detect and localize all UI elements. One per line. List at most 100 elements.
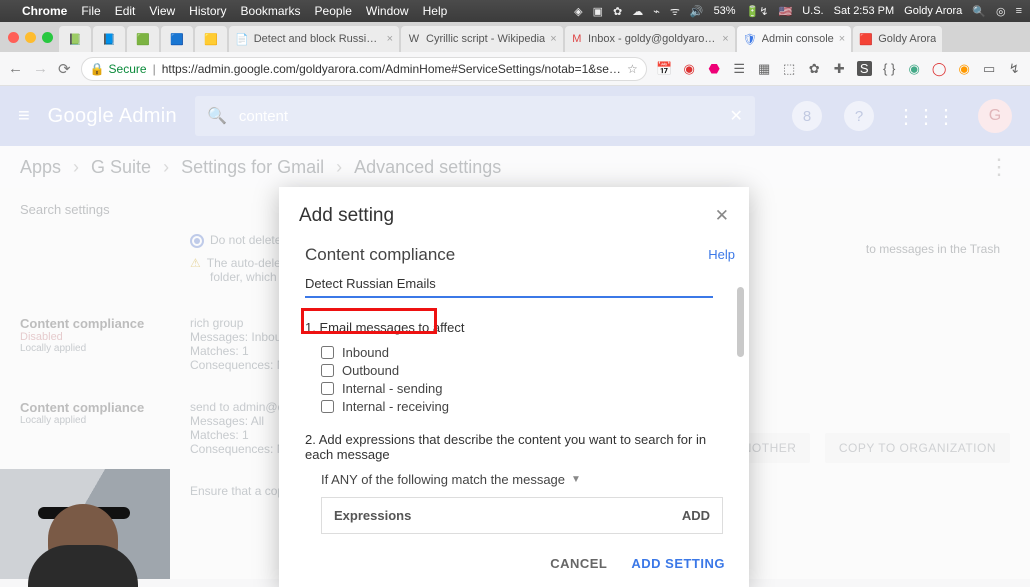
expressions-table: Expressions ADD (321, 497, 723, 534)
chrome-tabstrip: 📗 📘 🟩 🟦 🟨 📄 Detect and block Russian la… ×… (0, 22, 1030, 52)
sheets-icon: 📗 (68, 32, 82, 46)
checkbox-label: Inbound (342, 345, 389, 360)
help-link[interactable]: Help (708, 247, 735, 262)
spotlight-icon[interactable]: 🔍 (972, 5, 986, 18)
add-setting-modal: Add setting ✕ Content compliance Help 1.… (279, 187, 749, 587)
input-locale[interactable]: U.S. (802, 5, 823, 17)
tab-wikipedia[interactable]: WCyrillic script - Wikipedia× (401, 26, 563, 52)
secure-label: Secure (109, 62, 147, 76)
close-modal-icon[interactable]: ✕ (715, 206, 729, 226)
ext-icon[interactable]: ✿ (807, 61, 822, 76)
minimize-window-icon[interactable] (25, 32, 36, 43)
ext-icon[interactable]: ◉ (907, 61, 922, 76)
checkbox-label: Outbound (342, 363, 399, 378)
add-expression-button[interactable]: ADD (682, 508, 710, 523)
ext-icon[interactable]: ▭ (982, 61, 997, 76)
favicon-icon: 🟩 (136, 32, 150, 46)
ext-icon[interactable]: ✚ (832, 61, 847, 76)
reload-icon[interactable]: ⟳ (58, 60, 71, 78)
modal-title: Add setting (299, 205, 394, 227)
tab-pinned[interactable]: 📗 (59, 26, 91, 52)
tab-admin-console[interactable]: 🛡 Admin console × (737, 26, 852, 52)
menu-help[interactable]: Help (423, 4, 448, 18)
gmail-icon: M (571, 32, 583, 46)
menu-bookmarks[interactable]: Bookmarks (241, 4, 301, 18)
ext-icon[interactable]: { } (882, 61, 897, 76)
dropdown-label: If ANY of the following match the messag… (321, 472, 565, 487)
tab-pinned[interactable]: 📘 (93, 26, 125, 52)
menu-window[interactable]: Window (366, 4, 409, 18)
extension-icons: 📅 ◉ ⬣ ☰ ▦ ⬚ ✿ ✚ S { } ◉ ◯ ◉ ▭ ↯ ✎ ◆ ⋮ (657, 61, 1030, 76)
siri-icon[interactable]: ◎ (996, 5, 1006, 18)
wifi-icon[interactable]: ᯤ (670, 4, 680, 19)
match-condition-dropdown[interactable]: If ANY of the following match the messag… (321, 472, 723, 487)
add-setting-button[interactable]: ADD SETTING (631, 556, 725, 571)
menubar-user[interactable]: Goldy Arora (904, 5, 962, 17)
close-window-icon[interactable] (8, 32, 19, 43)
tab-title: Goldy Arora (878, 33, 936, 45)
checkbox-outbound[interactable]: Outbound (321, 363, 723, 378)
menubar-clock[interactable]: Sat 2:53 PM (834, 5, 895, 17)
checkbox-internal-sending[interactable]: Internal - sending (321, 381, 723, 396)
wikipedia-icon: W (407, 32, 421, 46)
close-tab-icon[interactable]: × (722, 33, 728, 45)
cancel-button[interactable]: CANCEL (550, 556, 607, 571)
docs-icon: 📄 (235, 32, 249, 46)
menu-edit[interactable]: Edit (115, 4, 136, 18)
menubar-app[interactable]: Chrome (22, 4, 67, 18)
menu-history[interactable]: History (189, 4, 226, 18)
back-icon[interactable]: ← (8, 60, 23, 78)
ext-icon[interactable]: ◉ (957, 61, 972, 76)
close-tab-icon[interactable]: × (839, 33, 845, 45)
tab-pinned[interactable]: 🟦 (161, 26, 193, 52)
ext-icon[interactable]: ⬣ (707, 61, 722, 76)
status-icon: ⌁ (653, 5, 660, 18)
chrome-toolbar: ← → ⟳ 🔒Secure | https://admin.google.com… (0, 52, 1030, 86)
bookmark-star-icon[interactable]: ☆ (627, 62, 638, 76)
flag-icon[interactable]: 🇺🇸 (779, 5, 793, 18)
ext-icon[interactable]: ▦ (757, 61, 772, 76)
menu-file[interactable]: File (81, 4, 100, 18)
menu-extra-icon[interactable]: ≡ (1016, 5, 1022, 17)
ext-icon[interactable]: 📅 (657, 61, 672, 76)
close-tab-icon[interactable]: × (387, 33, 393, 45)
admin-icon: 🛡 (743, 32, 757, 46)
checkbox-inbound[interactable]: Inbound (321, 345, 723, 360)
tab-title: Detect and block Russian la… (254, 33, 382, 45)
status-icon: ◈ (574, 5, 582, 18)
docs-icon: 📘 (102, 32, 116, 46)
tab-pinned[interactable]: 🟩 (127, 26, 159, 52)
tab-pinned[interactable]: 🟨 (195, 26, 227, 52)
url-text: https://admin.google.com/goldyarora.com/… (162, 62, 621, 76)
setting-name-input[interactable] (305, 276, 713, 291)
status-icon: ✿ (613, 5, 622, 18)
ext-icon[interactable]: ⬚ (782, 61, 797, 76)
section-1-heading: 1. Email messages to affect (305, 320, 723, 335)
tab-site[interactable]: 🟥 Goldy Arora (853, 26, 942, 52)
mac-menubar: Chrome File Edit View History Bookmarks … (0, 0, 1030, 22)
expressions-header: Expressions (334, 508, 411, 523)
zoom-window-icon[interactable] (42, 32, 53, 43)
ext-icon[interactable]: S (857, 61, 872, 76)
close-tab-icon[interactable]: × (550, 33, 556, 45)
battery-icon: 🔋↯ (746, 5, 769, 18)
menu-people[interactable]: People (315, 4, 352, 18)
ext-icon[interactable]: ☰ (732, 61, 747, 76)
ext-icon[interactable]: ◉ (682, 61, 697, 76)
address-bar[interactable]: 🔒Secure | https://admin.google.com/goldy… (81, 57, 647, 81)
tab-doc[interactable]: 📄 Detect and block Russian la… × (229, 26, 399, 52)
status-icon: ▣ (593, 5, 603, 18)
forward-icon[interactable]: → (33, 60, 48, 78)
scrollbar[interactable] (737, 287, 744, 357)
tab-title: Admin console (762, 33, 834, 45)
favicon-icon: 🟥 (859, 32, 873, 46)
tab-gmail[interactable]: MInbox - goldy@goldyarora.c…× (565, 26, 735, 52)
checkbox-internal-receiving[interactable]: Internal - receiving (321, 399, 723, 414)
ext-icon[interactable]: ↯ (1007, 61, 1022, 76)
favicon-icon: 🟨 (204, 32, 218, 46)
ext-icon[interactable]: ◯ (932, 61, 947, 76)
menu-view[interactable]: View (149, 4, 175, 18)
volume-icon[interactable]: 🔊 (690, 5, 704, 18)
checkbox-label: Internal - sending (342, 381, 442, 396)
chevron-down-icon: ▼ (571, 474, 581, 485)
